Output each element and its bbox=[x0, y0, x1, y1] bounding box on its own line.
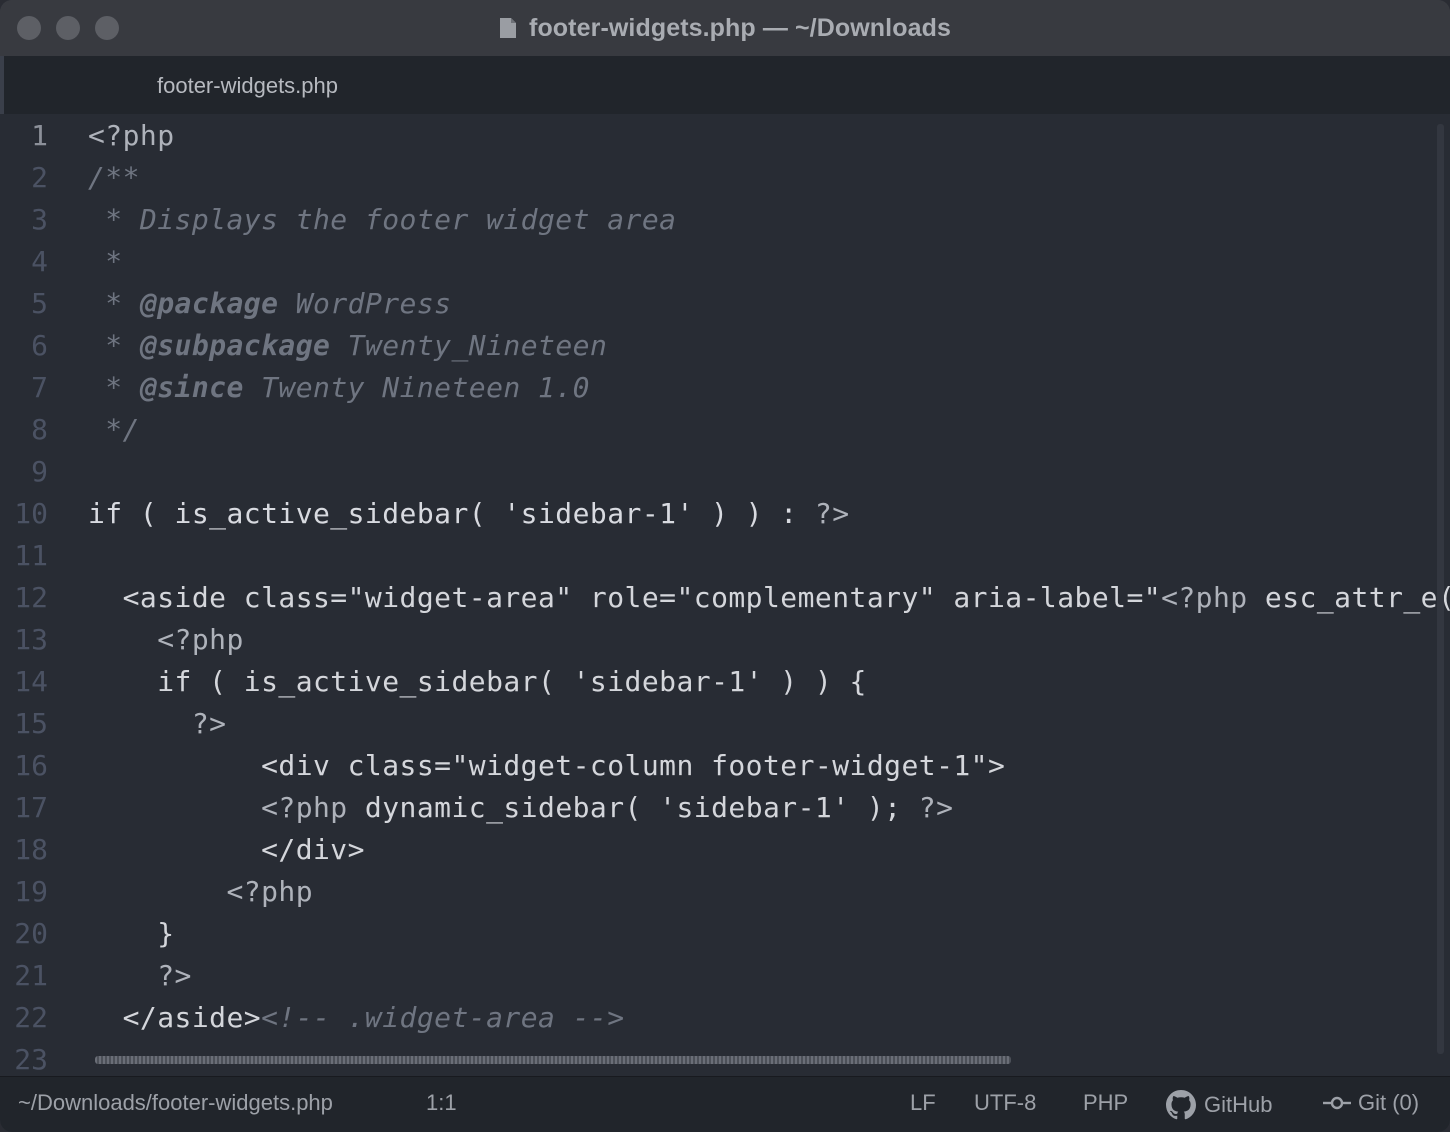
vertical-scrollbar[interactable] bbox=[1437, 124, 1444, 1054]
code-text[interactable]: <?php dynamic_sidebar( 'sidebar-1' ); ?> bbox=[88, 787, 953, 829]
line-number[interactable]: 9 bbox=[0, 451, 48, 493]
status-cursor-position[interactable]: 1:1 bbox=[426, 1090, 457, 1116]
code-text[interactable]: ?> bbox=[88, 955, 192, 997]
code-editor[interactable]: 1 <?php 2/** 3 * Displays the footer widget… bbox=[0, 114, 1450, 1076]
code-text[interactable]: </div> bbox=[88, 829, 365, 871]
line-number[interactable]: 13 bbox=[0, 619, 48, 661]
code-line[interactable]: 20 } bbox=[0, 913, 1450, 955]
code-line[interactable]: 16 <div class="widget-column footer-widg… bbox=[0, 745, 1450, 787]
code-line[interactable]: 8 */ bbox=[0, 409, 1450, 451]
code-text[interactable]: <?php bbox=[88, 871, 313, 913]
line-number[interactable]: 12 bbox=[0, 577, 48, 619]
code-text[interactable]: * @since Twenty Nineteen 1.0 bbox=[88, 367, 590, 409]
code-text[interactable]: } bbox=[88, 913, 175, 955]
code-line[interactable]: 21 ?> bbox=[0, 955, 1450, 997]
line-number[interactable]: 1 bbox=[0, 115, 48, 157]
line-number[interactable]: 6 bbox=[0, 325, 48, 367]
line-number[interactable]: 22 bbox=[0, 997, 48, 1039]
status-grammar[interactable]: PHP bbox=[1083, 1090, 1128, 1116]
code-text[interactable]: <?php bbox=[88, 115, 175, 157]
code-line[interactable]: 12 <aside class="widget-area" role="comp… bbox=[0, 577, 1450, 619]
line-number[interactable]: 16 bbox=[0, 745, 48, 787]
code-line[interactable]: 7 * @since Twenty Nineteen 1.0 bbox=[0, 367, 1450, 409]
line-number[interactable]: 21 bbox=[0, 955, 48, 997]
line-number[interactable]: 3 bbox=[0, 199, 48, 241]
code-line[interactable]: 14 if ( is_active_sidebar( 'sidebar-1' )… bbox=[0, 661, 1450, 703]
code-text[interactable]: * @subpackage Twenty_Nineteen bbox=[88, 325, 607, 367]
code-text[interactable]: /** bbox=[88, 157, 140, 199]
code-text[interactable]: </aside><!-- .widget-area --> bbox=[88, 997, 625, 1039]
horizontal-scrollbar[interactable] bbox=[95, 1056, 1011, 1064]
code-text[interactable]: <?php bbox=[88, 619, 244, 661]
window-title: footer-widgets.php — ~/Downloads bbox=[529, 13, 951, 42]
code-line[interactable]: 1 <?php bbox=[0, 115, 1450, 157]
status-git-label: Git (0) bbox=[1358, 1090, 1420, 1115]
code-line[interactable]: 6 * @subpackage Twenty_Nineteen bbox=[0, 325, 1450, 367]
code-text[interactable]: * Displays the footer widget area bbox=[88, 199, 676, 241]
code-text[interactable]: if ( is_active_sidebar( 'sidebar-1' ) ) … bbox=[88, 661, 867, 703]
code-line[interactable]: 9 bbox=[0, 451, 1450, 493]
code-line[interactable]: 5 * @package WordPress bbox=[0, 283, 1450, 325]
code-line[interactable]: 15 ?> bbox=[0, 703, 1450, 745]
code-text[interactable]: * bbox=[88, 241, 123, 283]
code-line[interactable]: 18 </div> bbox=[0, 829, 1450, 871]
line-number[interactable]: 10 bbox=[0, 493, 48, 535]
git-commit-icon bbox=[1323, 1096, 1351, 1110]
status-line-ending[interactable]: LF bbox=[910, 1090, 936, 1116]
line-number[interactable]: 4 bbox=[0, 241, 48, 283]
code-text[interactable]: ?> bbox=[88, 703, 226, 745]
status-github-label: GitHub bbox=[1204, 1092, 1273, 1117]
code-text[interactable]: if ( is_active_sidebar( 'sidebar-1' ) ) … bbox=[88, 493, 850, 535]
code-line[interactable]: 10 if ( is_active_sidebar( 'sidebar-1' ) … bbox=[0, 493, 1450, 535]
code-text[interactable]: <div class="widget-column footer-widget-… bbox=[88, 745, 1005, 787]
line-number[interactable]: 2 bbox=[0, 157, 48, 199]
line-number[interactable]: 17 bbox=[0, 787, 48, 829]
editor-window: footer-widgets.php — ~/Downloads footer-… bbox=[0, 0, 1450, 1132]
tab-active-indicator bbox=[0, 56, 4, 114]
github-icon bbox=[1166, 1090, 1196, 1120]
code-line[interactable]: 4 * bbox=[0, 241, 1450, 283]
code-line[interactable]: 22 </aside><!-- .widget-area --> bbox=[0, 997, 1450, 1039]
line-number[interactable]: 7 bbox=[0, 367, 48, 409]
code-text[interactable]: * @package WordPress bbox=[88, 283, 451, 325]
line-number[interactable]: 5 bbox=[0, 283, 48, 325]
status-github-button[interactable]: GitHub bbox=[1166, 1090, 1272, 1120]
document-icon bbox=[500, 18, 517, 38]
code-text[interactable]: */ bbox=[88, 409, 140, 451]
line-number[interactable]: 23 bbox=[0, 1039, 48, 1076]
line-number[interactable]: 19 bbox=[0, 871, 48, 913]
line-number[interactable]: 20 bbox=[0, 913, 48, 955]
code-line[interactable]: 3 * Displays the footer widget area bbox=[0, 199, 1450, 241]
code-line[interactable]: 13 <?php bbox=[0, 619, 1450, 661]
code-line[interactable]: 17 <?php dynamic_sidebar( 'sidebar-1' );… bbox=[0, 787, 1450, 829]
status-bar: ~/Downloads/footer-widgets.php 1:1 LF UT… bbox=[0, 1076, 1450, 1132]
line-number[interactable]: 8 bbox=[0, 409, 48, 451]
code-line[interactable]: 2 /** bbox=[0, 157, 1450, 199]
code-text[interactable]: <aside class="widget-area" role="complem… bbox=[88, 577, 1450, 619]
status-encoding[interactable]: UTF-8 bbox=[974, 1090, 1036, 1116]
line-number[interactable]: 18 bbox=[0, 829, 48, 871]
code-line[interactable]: 19 <?php bbox=[0, 871, 1450, 913]
status-file-path[interactable]: ~/Downloads/footer-widgets.php bbox=[18, 1090, 333, 1116]
window-title-area: footer-widgets.php — ~/Downloads bbox=[0, 0, 1450, 56]
title-bar: footer-widgets.php — ~/Downloads bbox=[0, 0, 1450, 56]
line-number[interactable]: 15 bbox=[0, 703, 48, 745]
tab-footer-widgets[interactable]: footer-widgets.php bbox=[157, 73, 338, 99]
code-line[interactable]: 11 bbox=[0, 535, 1450, 577]
status-git-button[interactable]: Git (0) bbox=[1322, 1090, 1419, 1116]
tab-bar: footer-widgets.php bbox=[0, 56, 1450, 114]
line-number[interactable]: 14 bbox=[0, 661, 48, 703]
line-number[interactable]: 11 bbox=[0, 535, 48, 577]
